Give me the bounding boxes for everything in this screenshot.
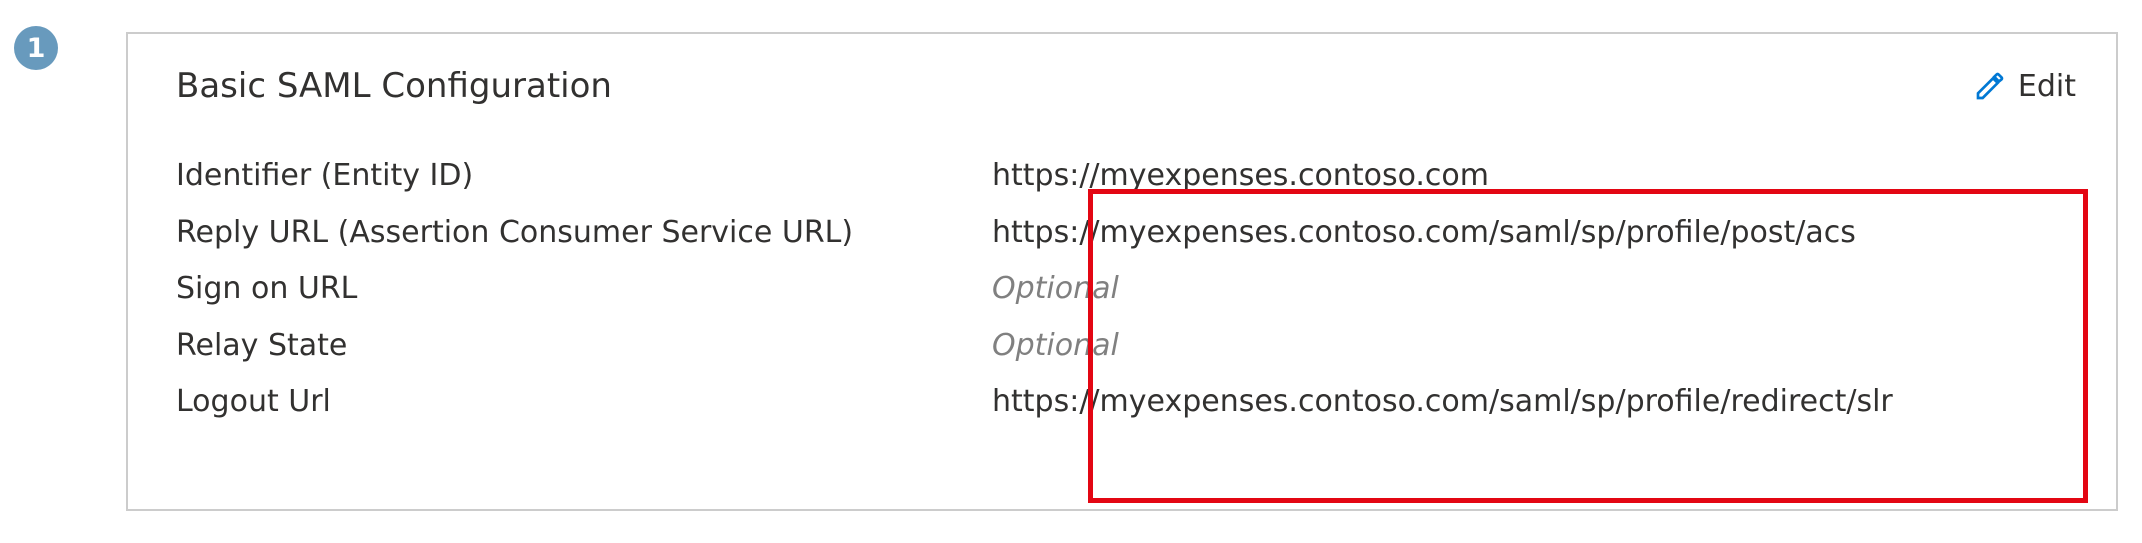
sign-on-url-value: Optional <box>976 267 2076 312</box>
edit-button-label: Edit <box>2018 69 2076 104</box>
config-rows: Identifier (Entity ID) https://myexpense… <box>176 154 2076 425</box>
edit-button[interactable]: Edit <box>1974 69 2076 104</box>
step-number: 1 <box>27 33 46 64</box>
saml-config-card: Basic SAML Configuration Edit Identifier… <box>126 32 2118 511</box>
identifier-label: Identifier (Entity ID) <box>176 154 976 199</box>
reply-url-value: https://myexpenses.contoso.com/saml/sp/p… <box>976 211 2076 256</box>
saml-config-section: 1 Basic SAML Configuration Edit Identifi… <box>0 0 2142 543</box>
relay-state-value: Optional <box>976 324 2076 369</box>
relay-state-label: Relay State <box>176 324 976 369</box>
pencil-icon <box>1974 70 2006 102</box>
identifier-value: https://myexpenses.contoso.com <box>976 154 2076 199</box>
reply-url-label: Reply URL (Assertion Consumer Service UR… <box>176 211 976 256</box>
logout-url-label: Logout Url <box>176 380 976 425</box>
step-number-badge: 1 <box>14 26 58 70</box>
card-title: Basic SAML Configuration <box>176 66 612 106</box>
logout-url-value: https://myexpenses.contoso.com/saml/sp/p… <box>976 380 2076 425</box>
card-header: Basic SAML Configuration Edit <box>176 66 2076 106</box>
sign-on-url-label: Sign on URL <box>176 267 976 312</box>
